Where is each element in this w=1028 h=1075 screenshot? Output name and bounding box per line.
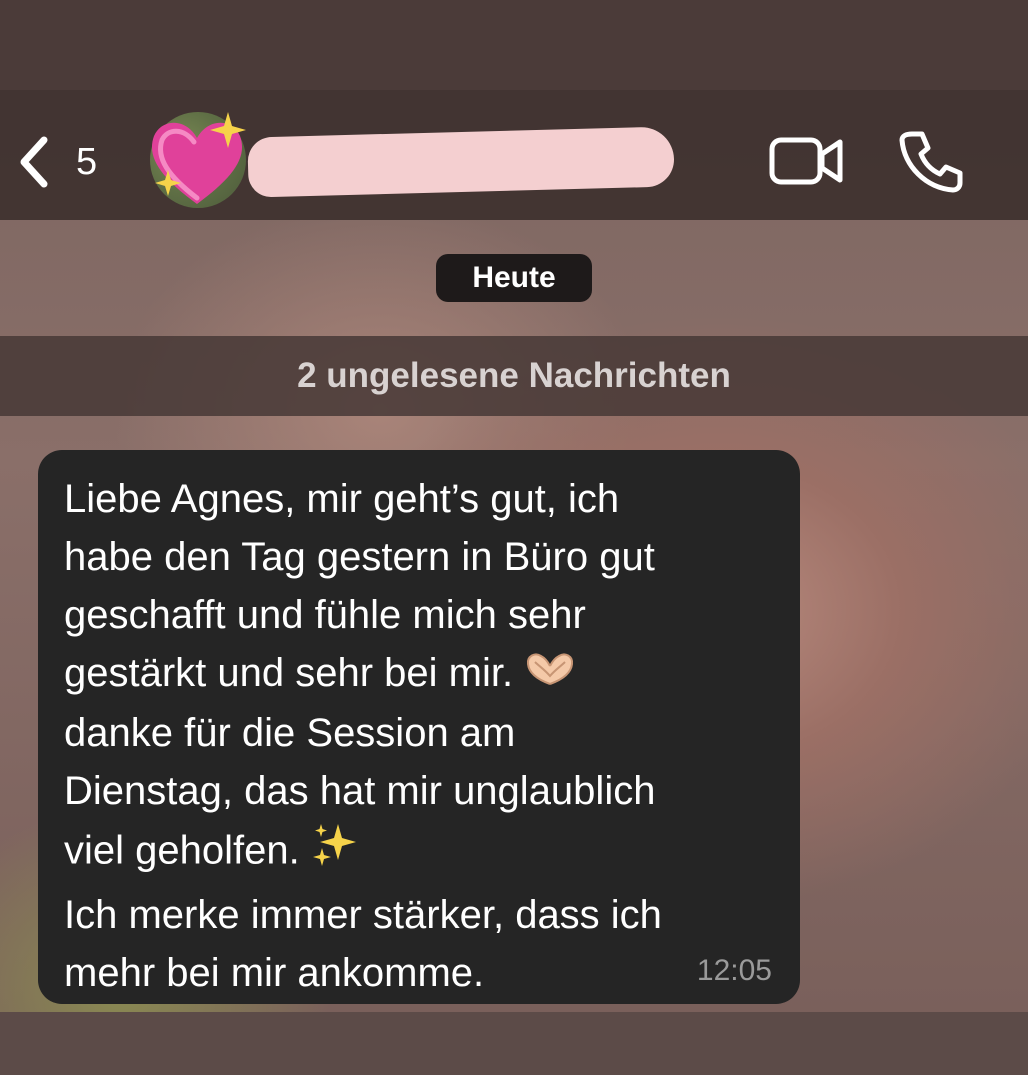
date-separator: Heute — [436, 254, 592, 302]
voice-call-button[interactable] — [898, 128, 964, 194]
message-text: viel geholfen. — [64, 829, 300, 873]
unread-chats-count: 5 — [76, 140, 98, 183]
avatar[interactable] — [150, 112, 246, 208]
contact-name-redacted[interactable] — [247, 126, 675, 198]
phone-icon — [899, 131, 963, 193]
chevron-left-icon — [12, 130, 56, 194]
back-button[interactable]: 5 — [12, 130, 97, 194]
message-line-with-emoji: gestärkt und sehr bei mir. — [64, 644, 774, 704]
message-line: mehr bei mir ankomme. — [64, 951, 485, 996]
unread-messages-label: 2 ungelesene Nachrichten — [297, 356, 731, 395]
incoming-message-bubble[interactable]: Liebe Agnes, mir geht’s gut, ich habe de… — [38, 450, 800, 1004]
message-line-with-emoji: viel geholfen. — [64, 820, 774, 886]
message-line: Ich merke immer stärker, dass ich — [64, 893, 662, 938]
unread-messages-banner: 2 ungelesene Nachrichten — [0, 336, 1028, 416]
bottom-border — [0, 1012, 1028, 1075]
message-text: gestärkt und sehr bei mir. — [64, 651, 514, 695]
message-line: Dienstag, das hat mir unglaublich — [64, 769, 656, 814]
message-line: geschafft und fühle mich sehr — [64, 593, 586, 637]
message-line: Liebe Agnes, mir geht’s gut, ich — [64, 477, 620, 521]
video-call-button[interactable] — [768, 134, 844, 188]
message-line: habe den Tag gestern in Büro gut — [64, 535, 655, 579]
message-timestamp: 12:05 — [696, 954, 772, 987]
message-line: danke für die Session am — [64, 711, 516, 756]
sparkling-heart-icon — [151, 112, 246, 204]
chat-screen: 5 Heute 2 ungelesene Nachrichten Liebe A… — [0, 0, 1028, 1075]
top-border — [0, 0, 1028, 90]
heart-hands-emoji — [523, 646, 577, 704]
sparkles-emoji — [310, 820, 360, 886]
video-camera-icon — [769, 137, 843, 185]
